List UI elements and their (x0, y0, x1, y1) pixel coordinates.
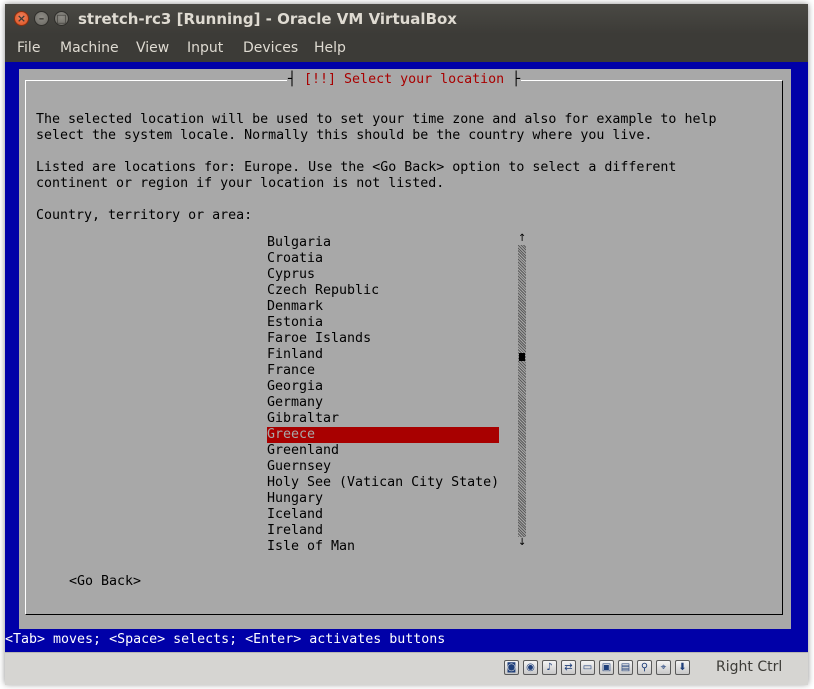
description-line-2: select the system locale. Normally this … (36, 128, 653, 143)
hard-disk-icon[interactable]: ◙ (504, 660, 519, 675)
menu-devices[interactable]: Devices (243, 40, 298, 56)
host-key-label: Right Ctrl (716, 659, 783, 675)
menu-file[interactable]: File (17, 40, 40, 56)
optical-drive-icon[interactable]: ◉ (523, 660, 538, 675)
vm-screen[interactable]: ┤ [!!] Select your location ├ The select… (5, 62, 808, 652)
scroll-down-arrow-icon[interactable]: ↓ (518, 537, 526, 549)
list-item[interactable]: France (267, 363, 499, 379)
menu-input[interactable]: Input (187, 40, 223, 56)
locations-info-line-1: Listed are locations for: Europe. Use th… (36, 160, 677, 175)
menu-view[interactable]: View (136, 40, 169, 56)
keyboard-icon[interactable]: ⬇ (675, 660, 690, 675)
minimize-icon[interactable]: – (34, 11, 49, 26)
audio-icon[interactable]: ♪ (542, 660, 557, 675)
dialog-title-text: [!!] Select your location (296, 72, 513, 87)
list-item[interactable]: Guernsey (267, 459, 499, 475)
list-item[interactable]: Gibraltar (267, 411, 499, 427)
display-icon[interactable]: ▣ (599, 660, 614, 675)
list-item[interactable]: Greenland (267, 443, 499, 459)
scrollbar-thumb[interactable] (519, 353, 525, 361)
shared-folder-icon[interactable]: ▭ (580, 660, 595, 675)
mouse-integration-icon[interactable]: ⌖ (656, 660, 671, 675)
scrollbar-track[interactable] (518, 245, 526, 537)
list-scrollbar[interactable]: ↑ ↓ (518, 233, 526, 555)
list-item[interactable]: Iceland (267, 507, 499, 523)
list-prompt: Country, territory or area: (36, 208, 253, 223)
menu-bar: File Machine View Input Devices Help (5, 34, 808, 62)
list-item[interactable]: Germany (267, 395, 499, 411)
usb-icon[interactable]: ⚲ (637, 660, 652, 675)
description-line-1: The selected location will be used to se… (36, 112, 717, 127)
go-back-button[interactable]: <Go Back> (69, 574, 141, 590)
menu-machine[interactable]: Machine (60, 40, 119, 56)
close-icon[interactable]: × (14, 11, 29, 26)
installer-dialog: ┤ [!!] Select your location ├ The select… (19, 69, 791, 629)
list-item[interactable]: Croatia (267, 251, 499, 267)
dialog-title: ┤ [!!] Select your location ├ (287, 72, 522, 88)
network-icon[interactable]: ⇄ (561, 660, 576, 675)
list-item[interactable]: Estonia (267, 315, 499, 331)
maximize-icon[interactable]: □ (54, 11, 69, 26)
vm-status-bar: ◙ ◉ ♪ ⇄ ▭ ▣ ▤ ⚲ ⌖ ⬇ Right Ctrl (5, 652, 808, 685)
window-title: stretch-rc3 [Running] - Oracle VM Virtua… (78, 10, 457, 28)
locations-info-line-2: continent or region if your location is … (36, 176, 445, 191)
list-item[interactable]: Czech Republic (267, 283, 499, 299)
virtualbox-window: × – □ stretch-rc3 [Running] - Oracle VM … (5, 4, 808, 685)
list-item[interactable]: Hungary (267, 491, 499, 507)
scroll-up-arrow-icon[interactable]: ↑ (518, 233, 526, 245)
list-item[interactable]: Isle of Man (267, 539, 499, 555)
list-item[interactable]: Denmark (267, 299, 499, 315)
list-item[interactable]: Georgia (267, 379, 499, 395)
list-item[interactable]: Ireland (267, 523, 499, 539)
list-item[interactable]: Faroe Islands (267, 331, 499, 347)
list-item[interactable]: Holy See (Vatican City State) (267, 475, 499, 491)
video-capture-icon[interactable]: ▤ (618, 660, 633, 675)
keyboard-help-line: <Tab> moves; <Space> selects; <Enter> ac… (5, 632, 808, 648)
list-item[interactable]: Cyprus (267, 267, 499, 283)
list-item[interactable]: Bulgaria (267, 235, 499, 251)
title-bar: × – □ stretch-rc3 [Running] - Oracle VM … (5, 4, 808, 34)
list-item[interactable]: Finland (267, 347, 499, 363)
menu-help[interactable]: Help (314, 40, 346, 56)
list-item-selected[interactable]: Greece (267, 427, 499, 443)
